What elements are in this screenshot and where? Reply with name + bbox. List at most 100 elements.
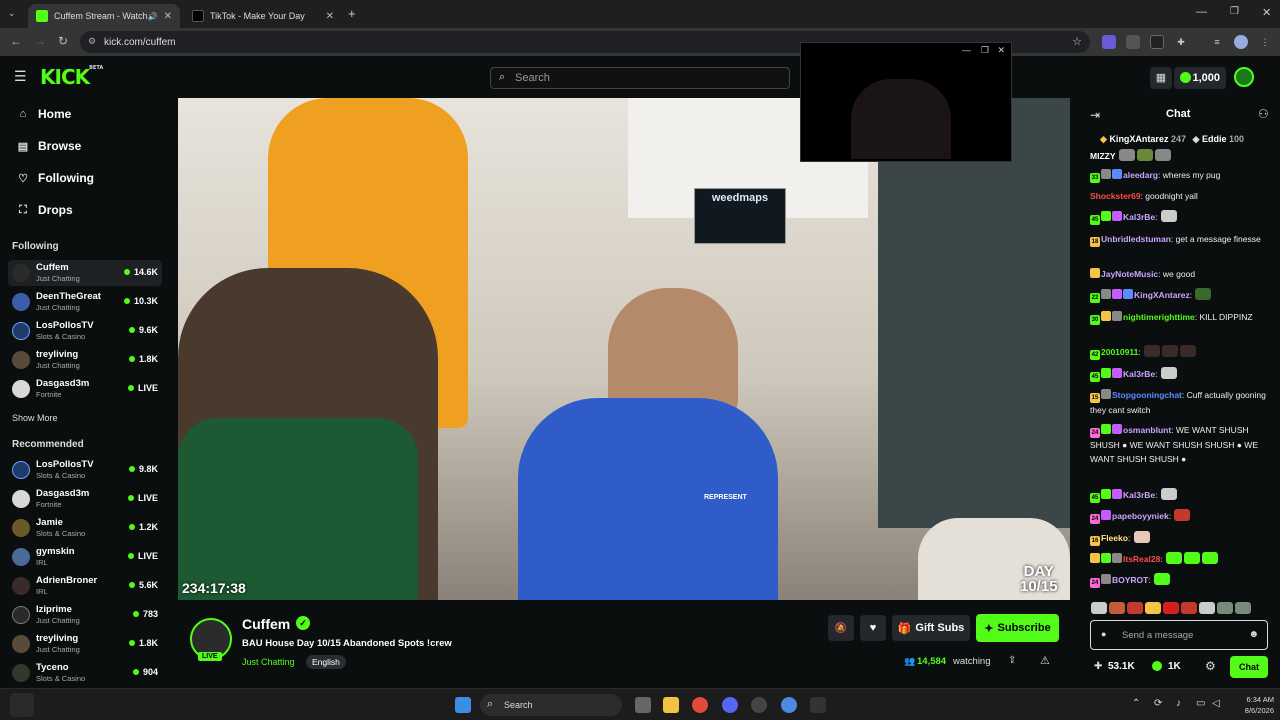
extension-icon[interactable]	[1150, 35, 1164, 49]
notifications-off-button[interactable]: 🔕	[828, 615, 854, 641]
emoji-icon[interactable]: ☻	[1248, 629, 1259, 640]
chat-settings-dot-icon[interactable]: ●	[1101, 629, 1106, 639]
tab-cuffem[interactable]: Cuffem Stream - Watch Live 🔊 ✕	[28, 4, 180, 28]
sidebar-item-drops[interactable]: ⛶ Drops	[16, 203, 73, 217]
tab-tiktok[interactable]: TikTok - Make Your Day ✕	[184, 4, 342, 28]
volume-icon[interactable]: ◁	[1212, 698, 1220, 709]
new-tab-icon[interactable]: +	[348, 6, 356, 21]
close-window-icon[interactable]: ✕	[1262, 6, 1271, 19]
reading-list-icon[interactable]: ≡	[1210, 35, 1224, 49]
tray-app-icon[interactable]: ⟳	[1154, 698, 1162, 709]
chat-username[interactable]: ItsReal28	[1123, 554, 1160, 564]
channel-title[interactable]: Cuffem	[242, 616, 290, 632]
maximize-icon[interactable]: ❐	[1230, 6, 1239, 17]
windows-start-icon[interactable]	[455, 697, 471, 713]
hamburger-menu-icon[interactable]: ☰	[14, 68, 27, 85]
channel-item[interactable]: gymskin IRL LIVE	[8, 544, 162, 570]
chat-username[interactable]: Kal3rBe	[1123, 212, 1155, 222]
taskbar-search[interactable]: ⌕ Search	[480, 694, 622, 716]
pip-minimize-icon[interactable]: —	[962, 45, 971, 55]
channel-item[interactable]: treyliving Just Chatting 1.8K	[8, 631, 162, 657]
channel-item[interactable]: Tyceno Slots & Casino 904	[8, 660, 162, 686]
channel-item[interactable]: AdrienBroner IRL 5.6K	[8, 573, 162, 599]
tray-chevron-icon[interactable]: ⌃	[1132, 698, 1140, 709]
chat-username[interactable]: papeboyyniek	[1112, 511, 1169, 521]
video-player[interactable]: weedmaps REPRESENT 234:17:38 DAY 10/15	[178, 98, 1070, 600]
show-more-link[interactable]: Show More	[12, 413, 58, 423]
language-tag[interactable]: English	[306, 655, 346, 669]
sidebar-item-home[interactable]: ⌂ Home	[16, 107, 72, 121]
gift-subs-button[interactable]: 🎁 Gift Subs	[892, 615, 970, 641]
pip-maximize-icon[interactable]: ❐	[981, 45, 989, 56]
site-info-icon[interactable]: ⚙	[88, 36, 96, 47]
follow-button[interactable]: ♥	[860, 615, 886, 641]
chat-settings-icon[interactable]: ⚙	[1205, 659, 1216, 673]
chat-username[interactable]: nightimerighttime	[1123, 312, 1195, 322]
channel-item[interactable]: Iziprime Just Chatting 783	[8, 602, 162, 628]
bookmark-star-icon[interactable]: ☆	[1072, 35, 1082, 48]
kicks-balance[interactable]: 1,000	[1174, 67, 1226, 89]
sidebar-item-browse[interactable]: ▤ Browse	[16, 139, 82, 153]
emote-icon[interactable]	[1109, 602, 1125, 614]
channel-item[interactable]: Jamie Slots & Casino 1.2K	[8, 515, 162, 541]
tab-close-icon[interactable]: ✕	[164, 11, 172, 22]
chat-username[interactable]: 20010911	[1101, 347, 1138, 357]
widgets-icon[interactable]	[10, 693, 34, 717]
chat-username[interactable]: Shockster69	[1090, 191, 1141, 201]
chat-send-button[interactable]: Chat	[1230, 656, 1268, 678]
chrome-icon[interactable]	[692, 697, 708, 713]
channel-item[interactable]: Cuffem Just Chatting 14.6K	[8, 260, 162, 286]
network-icon[interactable]: ▭	[1196, 698, 1205, 709]
chat-username[interactable]: Kal3rBe	[1123, 490, 1155, 500]
chat-username[interactable]: Unbridledstuman	[1101, 234, 1171, 244]
app-icon[interactable]	[810, 697, 826, 713]
tab-search-icon[interactable]: ⌄	[8, 8, 16, 19]
chat-username[interactable]: KingXAntarez	[1134, 290, 1190, 300]
chat-username[interactable]: Stopgooningchat	[1112, 390, 1182, 400]
subscribe-button[interactable]: ✦ Subscribe	[976, 614, 1059, 642]
chat-username[interactable]: JayNoteMusic	[1101, 269, 1158, 279]
speaker-icon[interactable]: 🔊	[148, 12, 158, 21]
extension-icon[interactable]	[1102, 35, 1116, 49]
pip-close-icon[interactable]: ✕	[997, 45, 1005, 56]
back-icon[interactable]: ←	[10, 34, 22, 48]
gifter-name[interactable]: Eddie	[1202, 134, 1227, 144]
extension-icon[interactable]	[1126, 35, 1140, 49]
chat-users-icon[interactable]: ⚇	[1258, 107, 1269, 121]
share-icon[interactable]: ⇪	[1008, 655, 1016, 666]
emote-icon[interactable]	[1091, 602, 1107, 614]
tab-close-icon[interactable]: ✕	[326, 11, 334, 22]
puzzle-icon[interactable]: ✚	[1174, 35, 1188, 49]
clock[interactable]: 6:34 AM 8/6/2026	[1230, 694, 1274, 716]
emote-icon[interactable]	[1181, 602, 1197, 614]
channel-item[interactable]: DeenTheGreat Just Chatting 10.3K	[8, 289, 162, 315]
minimize-icon[interactable]: —	[1196, 6, 1207, 18]
chat-username[interactable]: BOYROT	[1112, 575, 1148, 585]
gifter-name[interactable]: KingXAntarez	[1109, 134, 1168, 144]
user-avatar[interactable]	[1234, 67, 1254, 87]
emote-icon[interactable]	[1217, 602, 1233, 614]
chrome-active-icon[interactable]	[781, 697, 797, 713]
channel-item[interactable]: Dasgasd3m Fortnite LIVE	[8, 376, 162, 402]
emote-icon[interactable]	[1127, 602, 1143, 614]
discord-icon[interactable]	[722, 697, 738, 713]
report-icon[interactable]: ⚠	[1040, 654, 1050, 667]
emote-icon[interactable]	[1145, 602, 1161, 614]
dashboard-icon[interactable]: ▦	[1150, 67, 1172, 89]
kick-logo[interactable]: KICKBETA	[40, 65, 103, 89]
chat-username[interactable]: aleedarg	[1123, 170, 1158, 180]
chat-username[interactable]: MIZZY	[1090, 151, 1116, 161]
chat-username[interactable]: osmanblunt	[1123, 425, 1171, 435]
channel-item[interactable]: LosPollosTV Slots & Casino 9.6K	[8, 318, 162, 344]
task-view-icon[interactable]	[635, 697, 651, 713]
chat-input[interactable]: ● Send a message ☻	[1090, 620, 1268, 650]
file-explorer-icon[interactable]	[663, 697, 679, 713]
emote-icon[interactable]	[1235, 602, 1251, 614]
emote-icon[interactable]	[1199, 602, 1215, 614]
collapse-chat-icon[interactable]: ⇥	[1090, 108, 1100, 122]
search-input[interactable]: ⌕ Search	[490, 67, 790, 89]
category-link[interactable]: Just Chatting	[242, 657, 295, 667]
chat-username[interactable]: Fleeko	[1101, 533, 1128, 543]
emote-icon[interactable]	[1163, 602, 1179, 614]
channel-item[interactable]: LosPollosTV Slots & Casino 9.8K	[8, 457, 162, 483]
